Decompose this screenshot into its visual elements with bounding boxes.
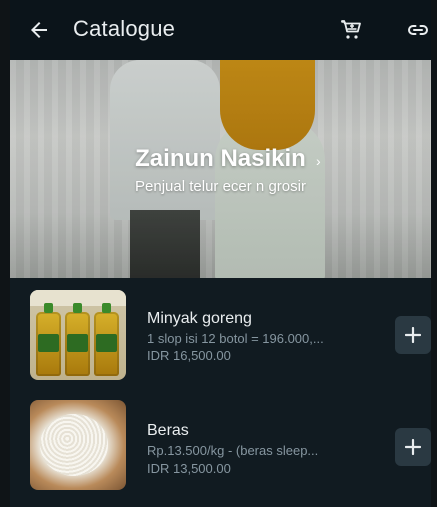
product-price: IDR 16,500.00 [147, 348, 231, 363]
rice-bowl-image [30, 400, 126, 490]
add-to-cart-button[interactable] [395, 428, 431, 466]
oil-bottle [65, 303, 90, 376]
link-icon [408, 25, 428, 35]
chevron-right-icon: › [316, 153, 321, 169]
store-description: Penjual telur ecer n grosir [135, 178, 306, 195]
catalogue-screen: Catalogue Zainun Nasikin › Penjual telur… [10, 0, 431, 507]
oil-bottle [36, 303, 61, 376]
store-cover[interactable]: Zainun Nasikin › Penjual telur ecer n gr… [10, 60, 431, 278]
product-name: Beras [147, 422, 189, 439]
plus-icon [405, 439, 421, 455]
page-title: Catalogue [73, 16, 176, 41]
plus-icon [405, 327, 421, 343]
cart-icon [341, 20, 361, 39]
add-to-cart-button[interactable] [395, 316, 431, 354]
product-price: IDR 13,500.00 [147, 461, 231, 476]
cart-button[interactable] [336, 15, 366, 45]
product-name: Minyak goreng [147, 310, 252, 327]
back-button[interactable] [24, 15, 54, 45]
product-description: Rp.13.500/kg - (beras sleep... [147, 443, 319, 458]
product-description: 1 slop isi 12 botol = 196.000,... [147, 331, 324, 346]
list-item[interactable]: Minyak goreng 1 slop isi 12 botol = 196.… [10, 278, 431, 388]
share-link-button[interactable] [403, 15, 433, 45]
oil-bottle [94, 303, 119, 376]
app-bar: Catalogue [10, 0, 431, 60]
rice-grains [40, 414, 108, 476]
cooking-oil-bottles-image [30, 290, 126, 380]
arrow-back-icon [31, 22, 47, 38]
list-item[interactable]: Beras Rp.13.500/kg - (beras sleep... IDR… [10, 388, 431, 498]
store-name: Zainun Nasikin [135, 145, 306, 172]
product-list: Minyak goreng 1 slop isi 12 botol = 196.… [10, 278, 431, 507]
store-name-row[interactable]: Zainun Nasikin [10, 145, 431, 173]
